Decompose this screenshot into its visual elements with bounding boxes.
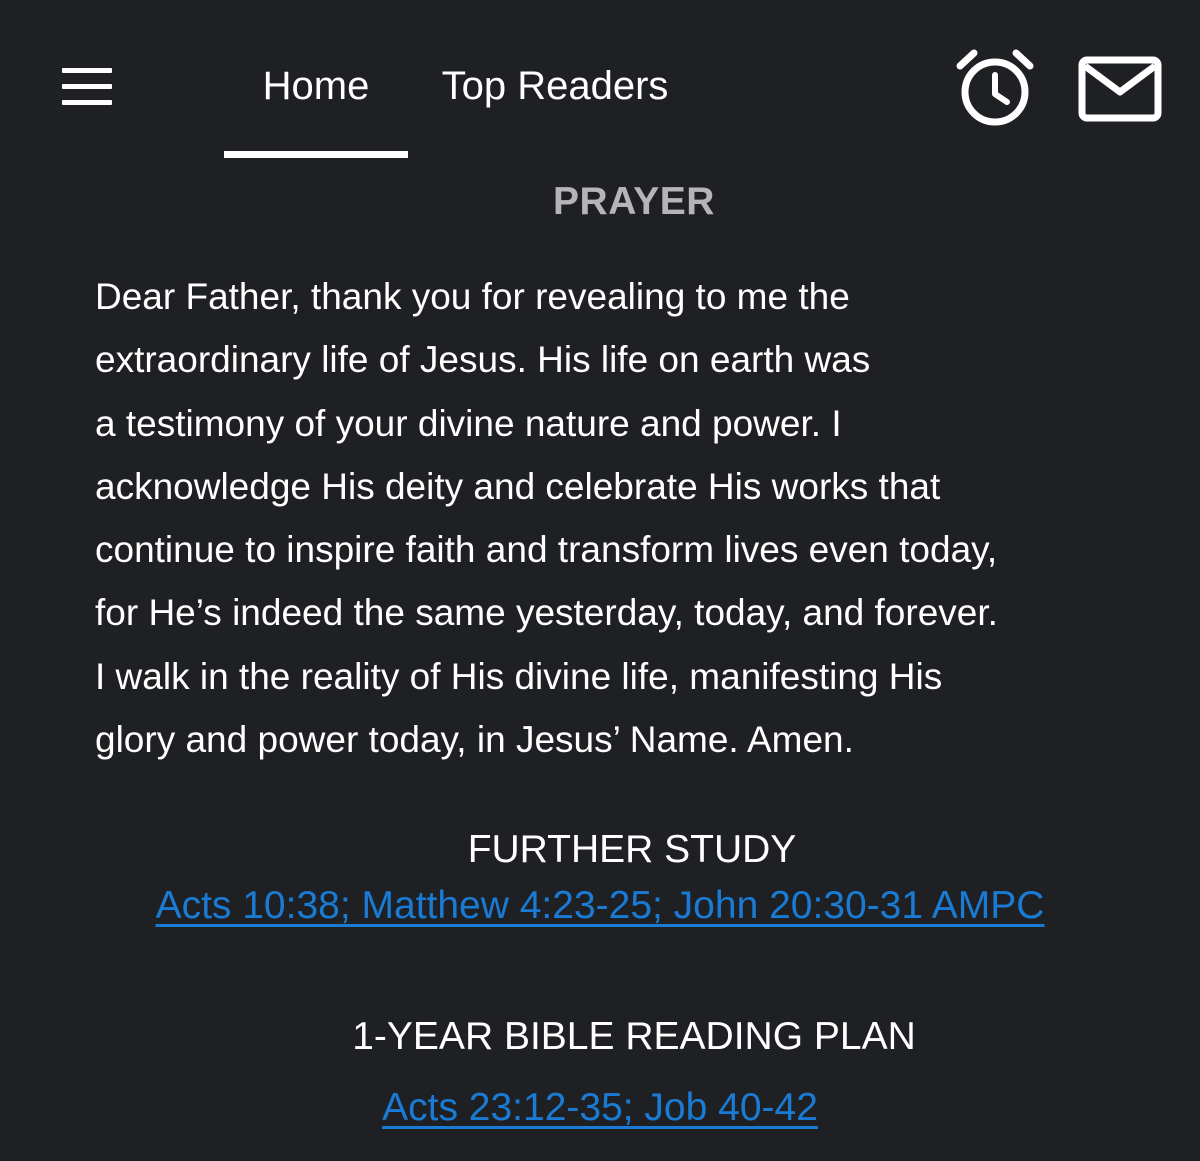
active-tab-indicator xyxy=(224,151,408,158)
prayer-line: acknowledge His deity and celebrate His … xyxy=(95,465,941,507)
tab-top-readers[interactable]: Top Readers xyxy=(440,58,670,114)
prayer-heading: PRAYER xyxy=(553,180,715,223)
reading-plan-link[interactable]: Acts 23:12-35; Job 40-42 xyxy=(0,1086,1200,1130)
top-navigation-bar: Home Top Readers xyxy=(0,0,1200,160)
prayer-line: I walk in the reality of His divine life… xyxy=(95,655,943,697)
prayer-line: glory and power today, in Jesus’ Name. A… xyxy=(95,719,854,761)
mail-envelope-icon[interactable] xyxy=(1078,56,1164,122)
further-study-link[interactable]: Acts 10:38; Matthew 4:23-25; John 20:30-… xyxy=(0,884,1200,928)
prayer-line: Dear Father, thank you for revealing to … xyxy=(95,276,850,317)
prayer-line: continue to inspire faith and transform … xyxy=(95,529,998,571)
hamburger-menu-icon[interactable] xyxy=(58,62,116,112)
prayer-line: for He’s indeed the same yesterday, toda… xyxy=(95,592,998,634)
tab-home[interactable]: Home xyxy=(224,58,408,114)
reading-plan-heading: 1-YEAR BIBLE READING PLAN xyxy=(352,1015,916,1058)
prayer-text: Dear Father, thank you for revealing to … xyxy=(95,265,1155,771)
prayer-line: extraordinary life of Jesus. His life on… xyxy=(95,339,871,381)
alarm-clock-icon[interactable] xyxy=(952,44,1038,130)
further-study-heading: FURTHER STUDY xyxy=(467,828,797,871)
prayer-line: a testimony of your divine nature and po… xyxy=(95,402,842,444)
